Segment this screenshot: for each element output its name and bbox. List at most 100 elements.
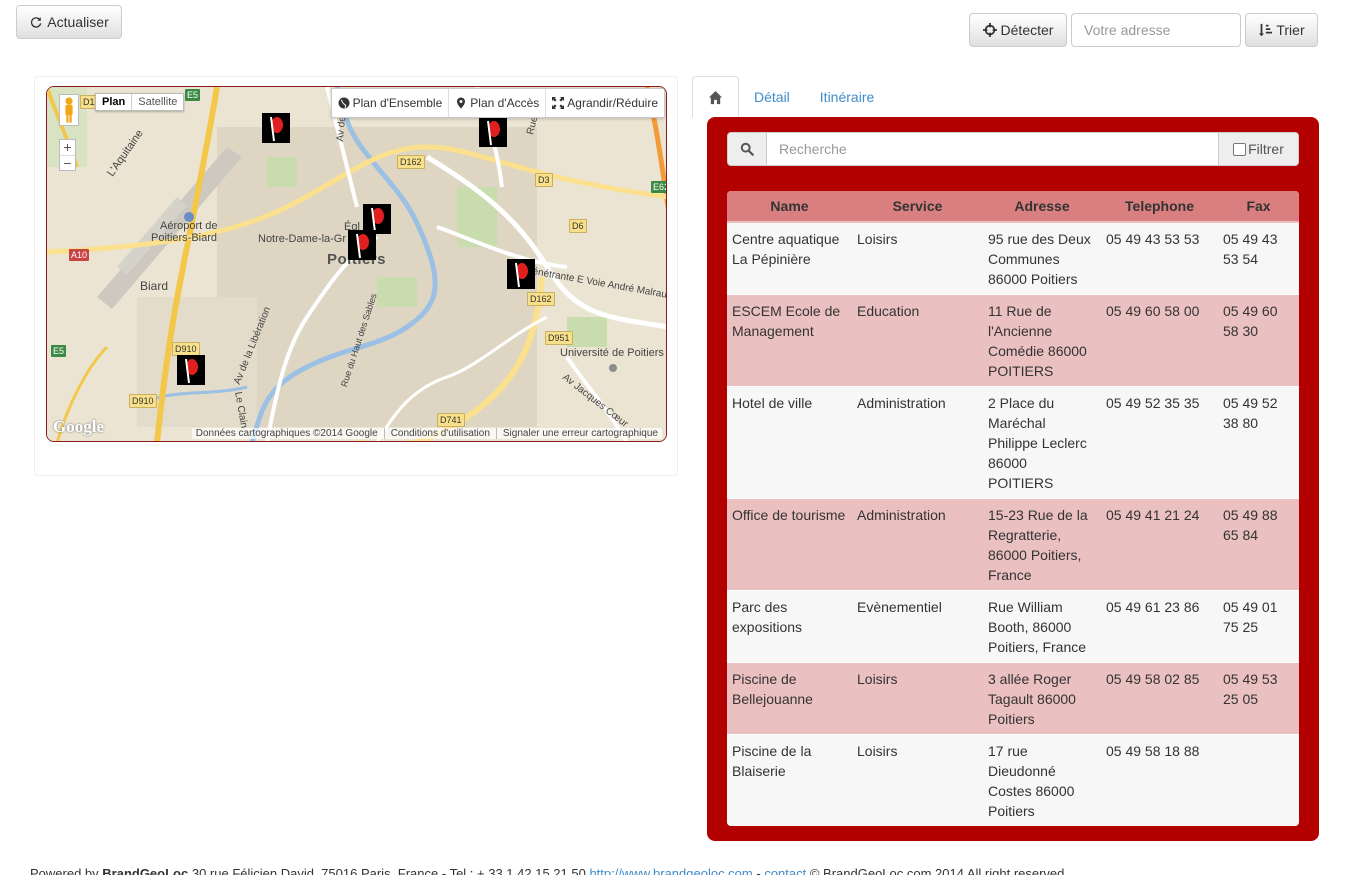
road-shield: E62 bbox=[651, 181, 666, 193]
cell-telephone: 05 49 58 02 85 bbox=[1101, 662, 1218, 735]
cell-fax bbox=[1218, 734, 1299, 826]
filter-toggle[interactable]: Filtrer bbox=[1219, 132, 1299, 166]
cell-adresse: Rue William Booth, 86000 Poitiers, Franc… bbox=[983, 590, 1101, 663]
cell-service: Loisirs bbox=[852, 734, 983, 826]
map-view[interactable]: Poitiers Aéroport de Poitiers-Biard Biar… bbox=[46, 86, 667, 442]
tab-detail[interactable]: Détail bbox=[739, 76, 805, 118]
map-marker[interactable] bbox=[177, 355, 205, 385]
cell-adresse: 95 rue des Deux Communes 86000 Poitiers bbox=[983, 222, 1101, 295]
footer-separator: - bbox=[752, 866, 765, 875]
table-row[interactable]: Office de tourisme Administration 15-23 … bbox=[727, 498, 1299, 591]
sort-icon bbox=[1259, 23, 1273, 37]
access-map-button[interactable]: Plan d'Accès bbox=[448, 89, 545, 117]
brand-marker-icon bbox=[356, 233, 369, 259]
map-type-control: Plan Satellite bbox=[95, 93, 185, 111]
map-marker[interactable] bbox=[479, 117, 507, 147]
road-shield: D910 bbox=[172, 342, 200, 356]
cell-fax: 05 49 52 38 80 bbox=[1218, 386, 1299, 499]
crosshair-icon bbox=[982, 23, 997, 37]
globe-icon bbox=[338, 97, 350, 109]
road-shield: D162 bbox=[397, 155, 425, 169]
tab-itinerary[interactable]: Itinéraire bbox=[805, 76, 889, 118]
cell-name: Piscine de Bellejouanne bbox=[727, 662, 852, 735]
road-shield: D162 bbox=[527, 292, 555, 306]
map-type-plan[interactable]: Plan bbox=[96, 94, 131, 110]
home-icon bbox=[708, 90, 723, 104]
column-header-adresse[interactable]: Adresse bbox=[983, 191, 1101, 223]
table-row[interactable]: Centre aquatique La Pépinière Loisirs 95… bbox=[727, 222, 1299, 295]
road-shield: D951 bbox=[545, 331, 573, 345]
map-marker[interactable] bbox=[262, 113, 290, 143]
street-view-pegman[interactable] bbox=[59, 94, 79, 126]
table-row[interactable]: Piscine de Bellejouanne Loisirs 3 allée … bbox=[727, 662, 1299, 735]
brand-marker-icon bbox=[185, 358, 198, 384]
map-report-link[interactable]: Signaler une erreur cartographique bbox=[495, 428, 658, 439]
zoom-out-button[interactable]: − bbox=[60, 155, 75, 170]
footer-brand: BrandGeoLoc bbox=[102, 866, 189, 875]
search-group: Filtrer bbox=[727, 132, 1299, 166]
refresh-icon bbox=[31, 17, 42, 28]
map-data-credit: Données cartographiques ©2014 Google bbox=[195, 428, 378, 439]
google-logo[interactable]: Google bbox=[53, 417, 104, 437]
footer-prefix: Powered by bbox=[30, 866, 103, 875]
column-header-name[interactable]: Name bbox=[727, 191, 852, 223]
cell-fax: 05 49 53 25 05 bbox=[1218, 662, 1299, 735]
map-label-universite: Université de Poitiers bbox=[560, 347, 664, 359]
cell-name: Parc des expositions bbox=[727, 590, 852, 663]
cell-name: ESCEM Ecole de Management bbox=[727, 294, 852, 387]
filter-checkbox[interactable] bbox=[1233, 142, 1247, 156]
search-input[interactable] bbox=[767, 132, 1219, 166]
detect-location-button[interactable]: Détecter bbox=[969, 13, 1067, 47]
cell-fax: 05 49 88 65 84 bbox=[1218, 498, 1299, 591]
cell-telephone: 05 49 58 18 88 bbox=[1101, 734, 1218, 826]
zoom-in-button[interactable]: + bbox=[60, 140, 75, 155]
column-header-telephone[interactable]: Telephone bbox=[1101, 191, 1218, 223]
cell-fax: 05 49 60 58 30 bbox=[1218, 294, 1299, 387]
cell-telephone: 05 49 41 21 24 bbox=[1101, 498, 1218, 591]
road-shield: E5 bbox=[51, 345, 67, 357]
zoom-control: + − bbox=[59, 139, 76, 171]
cell-telephone: 05 49 43 53 53 bbox=[1101, 222, 1218, 295]
overview-map-button[interactable]: Plan d'Ensemble bbox=[332, 89, 449, 117]
footer-contact-link[interactable]: contact bbox=[764, 866, 806, 875]
table-row[interactable]: Piscine de la Blaiserie Loisirs 17 rue D… bbox=[727, 734, 1299, 826]
footer-copyright: © BrandGeoLoc.com 2014 All right reserve… bbox=[806, 866, 1065, 875]
tab-home[interactable] bbox=[692, 76, 739, 118]
brand-marker-icon bbox=[487, 120, 500, 146]
road-shield: D3 bbox=[535, 173, 553, 187]
sort-button[interactable]: Trier bbox=[1245, 13, 1318, 47]
cell-service: Evènementiel bbox=[852, 590, 983, 663]
cell-telephone: 05 49 60 58 00 bbox=[1101, 294, 1218, 387]
road-shield: D741 bbox=[437, 413, 465, 427]
cell-name: Centre aquatique La Pépinière bbox=[727, 222, 852, 295]
sort-label: Trier bbox=[1276, 22, 1305, 38]
map-terms-link[interactable]: Conditions d'utilisation bbox=[383, 428, 490, 439]
footer-website-link[interactable]: http://www.brandgeoloc.com bbox=[589, 866, 752, 875]
overview-map-label: Plan d'Ensemble bbox=[352, 96, 443, 110]
refresh-label: Actualiser bbox=[47, 14, 109, 30]
fullscreen-icon bbox=[552, 97, 565, 109]
cell-fax: 05 49 43 53 54 bbox=[1218, 222, 1299, 295]
column-header-service[interactable]: Service bbox=[852, 191, 983, 223]
cell-service: Administration bbox=[852, 498, 983, 591]
filter-label: Filtrer bbox=[1248, 141, 1284, 157]
map-label-notre-dame: Notre-Dame-la-Gr bbox=[258, 233, 347, 245]
refresh-button[interactable]: Actualiser bbox=[16, 5, 122, 39]
table-row[interactable]: Hotel de ville Administration 2 Place du… bbox=[727, 386, 1299, 499]
map-marker[interactable] bbox=[507, 259, 535, 289]
access-map-label: Plan d'Accès bbox=[470, 96, 540, 110]
road-shield: E5 bbox=[185, 89, 201, 101]
resize-map-button[interactable]: Agrandir/Réduire bbox=[545, 89, 664, 117]
cell-adresse: 17 rue Dieudonné Costes 86000 Poitiers bbox=[983, 734, 1101, 826]
cell-service: Administration bbox=[852, 386, 983, 499]
table-row[interactable]: ESCEM Ecole de Management Education 11 R… bbox=[727, 294, 1299, 387]
road-shield: A10 bbox=[69, 249, 90, 261]
table-row[interactable]: Parc des expositions Evènementiel Rue Wi… bbox=[727, 590, 1299, 663]
footer-address: 30 rue Félicien David, 75016 Paris, Fran… bbox=[188, 866, 590, 875]
pegman-icon bbox=[65, 97, 73, 123]
map-type-satellite[interactable]: Satellite bbox=[131, 94, 183, 110]
cell-name: Office de tourisme bbox=[727, 498, 852, 591]
map-marker[interactable] bbox=[348, 230, 376, 260]
column-header-fax[interactable]: Fax bbox=[1218, 191, 1299, 223]
address-input[interactable] bbox=[1071, 13, 1241, 47]
